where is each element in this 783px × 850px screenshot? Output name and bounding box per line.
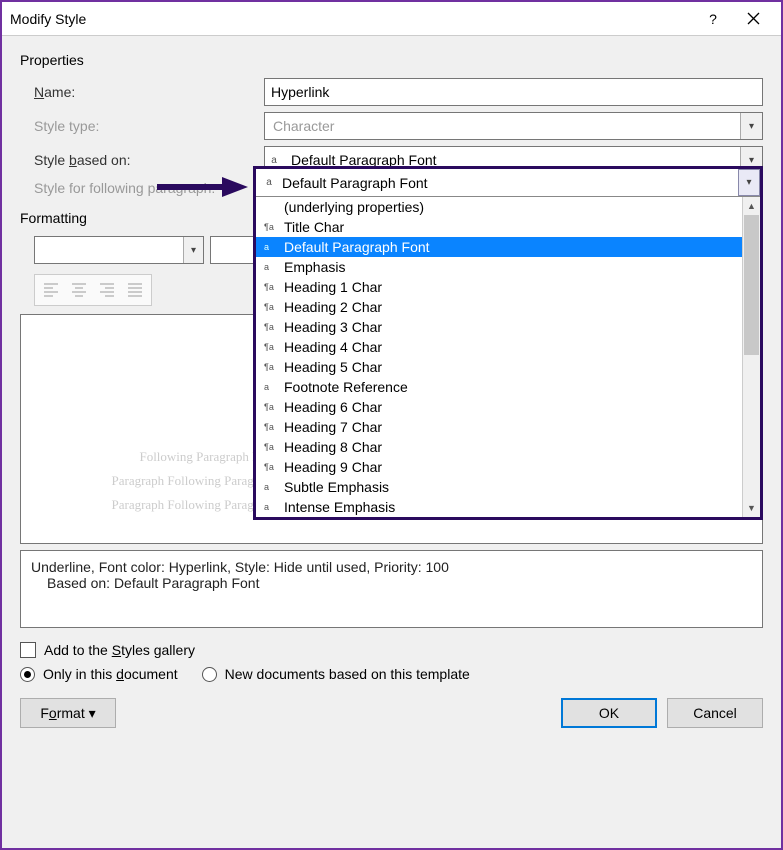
format-button[interactable]: Format ▾ xyxy=(20,698,116,728)
dropdown-item-label: Heading 6 Char xyxy=(284,399,382,415)
linked-style-icon: ¶a xyxy=(264,342,280,352)
chevron-down-icon[interactable]: ▾ xyxy=(738,169,760,196)
dropdown-item[interactable]: ¶a Heading 5 Char xyxy=(256,357,742,377)
desc-line: Based on: Default Paragraph Font xyxy=(31,575,752,591)
help-button[interactable]: ? xyxy=(693,5,733,33)
dropdown-item-label: Default Paragraph Font xyxy=(284,239,430,255)
scrollbar[interactable]: ▲ ▼ xyxy=(742,197,760,517)
style-type-label: Style type: xyxy=(34,118,264,134)
modify-style-dialog: Modify Style ? Properties Name: Style ty… xyxy=(0,0,783,850)
character-style-icon: a xyxy=(264,382,280,392)
alignment-toolbar xyxy=(34,274,152,306)
linked-style-icon: ¶a xyxy=(264,222,280,232)
dropdown-item-label: Heading 4 Char xyxy=(284,339,382,355)
dropdown-item-label: Heading 2 Char xyxy=(284,299,382,315)
align-right-button[interactable] xyxy=(93,277,121,303)
arrow-icon xyxy=(152,174,250,200)
new-docs-template-radio[interactable] xyxy=(202,667,217,682)
titlebar: Modify Style ? xyxy=(2,2,781,36)
dropdown-item[interactable]: ¶a Heading 6 Char xyxy=(256,397,742,417)
font-size-combo[interactable] xyxy=(210,236,254,264)
dropdown-item[interactable]: ¶a Heading 8 Char xyxy=(256,437,742,457)
character-style-icon: a xyxy=(264,242,280,252)
style-type-value: Character xyxy=(265,118,740,134)
dropdown-current[interactable]: a Default Paragraph Font ▾ xyxy=(256,169,760,197)
character-style-icon: a xyxy=(264,502,280,512)
close-button[interactable] xyxy=(733,5,773,33)
style-type-combo: Character ▾ xyxy=(264,112,763,140)
dropdown-item-label: Heading 3 Char xyxy=(284,319,382,335)
only-this-document-label: Only in this document xyxy=(43,666,178,682)
properties-section-label: Properties xyxy=(20,52,763,68)
dropdown-item[interactable]: ¶a Title Char xyxy=(256,217,742,237)
dropdown-item-label: Emphasis xyxy=(284,259,345,275)
dropdown-item-label: Heading 7 Char xyxy=(284,419,382,435)
linked-style-icon: ¶a xyxy=(264,302,280,312)
font-name-combo[interactable]: ▾ xyxy=(34,236,204,264)
desc-line: Underline, Font color: Hyperlink, Style:… xyxy=(31,559,752,575)
dropdown-item[interactable]: (underlying properties) xyxy=(256,197,742,217)
linked-style-icon: ¶a xyxy=(264,462,280,472)
dropdown-item[interactable]: ¶a Heading 3 Char xyxy=(256,317,742,337)
character-style-icon: a xyxy=(264,482,280,492)
dropdown-item-label: Heading 8 Char xyxy=(284,439,382,455)
linked-style-icon: ¶a xyxy=(264,402,280,412)
align-left-button[interactable] xyxy=(37,277,65,303)
dropdown-item[interactable]: ¶a Heading 1 Char xyxy=(256,277,742,297)
dropdown-item[interactable]: a Intense Emphasis xyxy=(256,497,742,517)
dropdown-item-label: Title Char xyxy=(284,219,344,235)
add-to-gallery-label: Add to the Styles gallery xyxy=(44,642,195,658)
style-description: Underline, Font color: Hyperlink, Style:… xyxy=(20,550,763,628)
dropdown-item-label: Heading 1 Char xyxy=(284,279,382,295)
dropdown-list: (underlying properties) ¶a Title Char a Defa… xyxy=(256,197,742,517)
dropdown-item[interactable]: ¶a Heading 9 Char xyxy=(256,457,742,477)
new-docs-template-label: New documents based on this template xyxy=(225,666,470,682)
dropdown-item-label: Intense Emphasis xyxy=(284,499,395,515)
only-this-document-radio[interactable] xyxy=(20,667,35,682)
chevron-down-icon: ▾ xyxy=(740,113,762,139)
scroll-up-button[interactable]: ▲ xyxy=(743,197,760,215)
dropdown-item[interactable]: a Subtle Emphasis xyxy=(256,477,742,497)
scroll-down-button[interactable]: ▼ xyxy=(743,499,760,517)
dropdown-item[interactable]: ¶a Heading 2 Char xyxy=(256,297,742,317)
dropdown-item[interactable]: a Footnote Reference xyxy=(256,377,742,397)
align-justify-button[interactable] xyxy=(121,277,149,303)
cancel-button[interactable]: Cancel xyxy=(667,698,763,728)
name-label: Name: xyxy=(34,84,264,100)
dropdown-item-label: Footnote Reference xyxy=(284,379,408,395)
style-based-on-label: Style based on: xyxy=(34,152,264,168)
name-input[interactable] xyxy=(264,78,763,106)
linked-style-icon: ¶a xyxy=(264,282,280,292)
dropdown-item-label: Heading 5 Char xyxy=(284,359,382,375)
character-style-icon: a xyxy=(264,262,280,272)
scroll-thumb[interactable] xyxy=(744,215,759,355)
ok-button[interactable]: OK xyxy=(561,698,657,728)
dropdown-item-label: (underlying properties) xyxy=(284,199,424,215)
dropdown-item[interactable]: ¶a Heading 4 Char xyxy=(256,337,742,357)
add-to-gallery-checkbox[interactable] xyxy=(20,642,36,658)
linked-style-icon: ¶a xyxy=(264,422,280,432)
close-icon xyxy=(747,12,760,25)
chevron-down-icon[interactable]: ▾ xyxy=(183,237,203,263)
align-center-button[interactable] xyxy=(65,277,93,303)
annotation-arrow xyxy=(152,174,250,203)
dropdown-item[interactable]: a Default Paragraph Font xyxy=(256,237,742,257)
linked-style-icon: ¶a xyxy=(264,322,280,332)
dropdown-item-label: Heading 9 Char xyxy=(284,459,382,475)
dropdown-item[interactable]: a Emphasis xyxy=(256,257,742,277)
dropdown-item[interactable]: ¶a Heading 7 Char xyxy=(256,417,742,437)
linked-style-icon: ¶a xyxy=(264,362,280,372)
dropdown-item-label: Subtle Emphasis xyxy=(284,479,389,495)
window-title: Modify Style xyxy=(10,11,693,27)
style-based-on-dropdown: a Default Paragraph Font ▾ (underlying p… xyxy=(253,166,763,520)
linked-style-icon: ¶a xyxy=(264,442,280,452)
